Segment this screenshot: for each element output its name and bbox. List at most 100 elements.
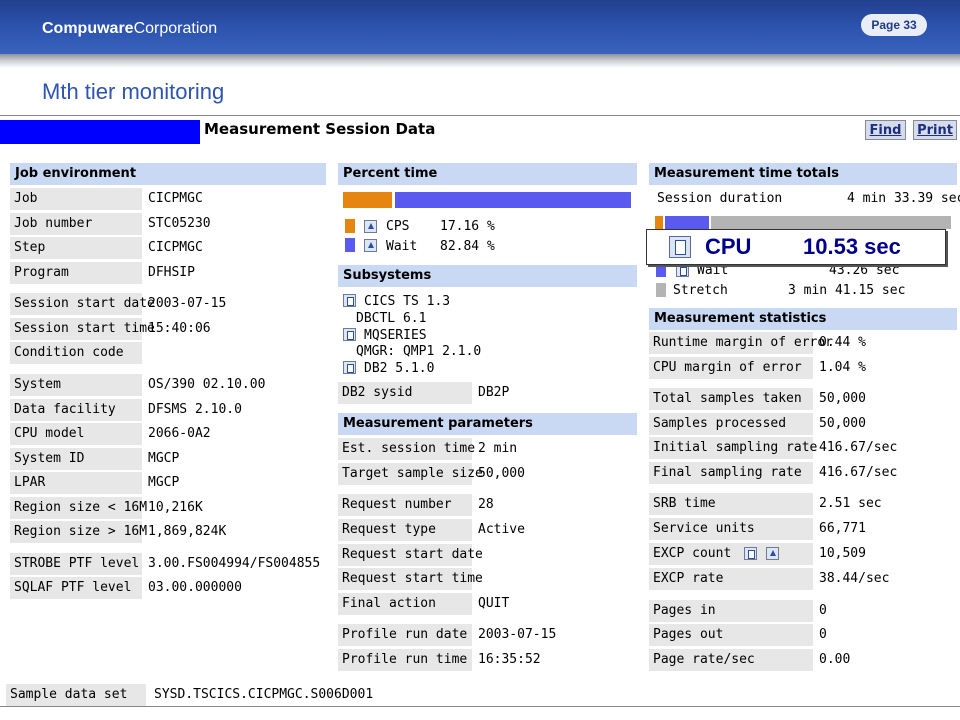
row-label: STROBE PTF level (10, 553, 142, 575)
row-value: 416.67/sec (819, 440, 898, 455)
row-value: 0.00 (819, 652, 851, 667)
document-icon[interactable] (676, 264, 689, 277)
document-icon[interactable] (343, 294, 356, 307)
row-value (144, 342, 326, 364)
wait-bar-segment (665, 216, 709, 229)
row-value: 3.00.FS004994/FS004855 (148, 556, 321, 571)
sample-data-set-value: SYSD.TSCICS.CICPMGC.S006D001 (154, 687, 374, 702)
row-value: 10,216K (148, 500, 203, 515)
wait-value: 43.26 sec (829, 263, 900, 278)
row-value: 38.44/sec (819, 571, 890, 586)
row-value: 03.00.000000 (148, 580, 242, 595)
cps-bar-segment (655, 216, 663, 229)
stretch-legend-swatch (656, 283, 666, 297)
drilldown-icon[interactable] (364, 220, 377, 233)
row-label: EXCP rate (649, 568, 813, 590)
sample-data-set-label: Sample data set (6, 684, 146, 706)
wait-legend-swatch (656, 263, 666, 277)
row-value (474, 568, 634, 590)
wait-bar-segment (395, 192, 631, 208)
row-value: 2066-0A2 (148, 426, 211, 441)
row-label: Session start date (10, 293, 155, 315)
row-value: CICPMGC (148, 240, 203, 255)
row-label: Final action (338, 593, 472, 615)
job-environment-title: Job environment (10, 163, 326, 185)
cps-value: 17.16 % (440, 219, 495, 234)
company-logo: CompuwareCorporation (42, 20, 217, 38)
session-duration-value: 4 min 33.39 sec (847, 191, 960, 206)
stretch-label: Stretch (673, 283, 728, 298)
db2-sysid-label: DB2 sysid (338, 382, 472, 404)
document-icon[interactable] (343, 328, 356, 341)
row-value: DFSMS 2.10.0 (148, 402, 242, 417)
row-label: CPU margin of error (649, 357, 813, 379)
row-label: Region size > 16M (10, 521, 147, 543)
row-label: Request type (338, 519, 472, 541)
row-label: Request start time (338, 568, 483, 590)
page-title: Measurement Session Data (204, 120, 436, 138)
cps-label: CPS (386, 219, 410, 234)
find-button[interactable]: Find (865, 120, 906, 140)
wait-label: Wait (386, 239, 418, 254)
row-label: Condition code (10, 342, 142, 364)
wait-label: Wait (697, 263, 729, 278)
subsystems-title: Subsystems (338, 265, 637, 287)
row-value: 10,509 (819, 546, 866, 561)
row-value: 66,771 (819, 521, 866, 536)
callout-label: CPU (705, 234, 752, 259)
header-shadow (0, 54, 960, 68)
row-label: Page rate/sec (649, 649, 813, 671)
document-icon[interactable] (744, 547, 757, 560)
row-label: Region size < 16M (10, 497, 147, 519)
print-button[interactable]: Print (913, 120, 957, 140)
drilldown-icon[interactable] (766, 547, 779, 560)
row-value: 416.67/sec (819, 465, 898, 480)
row-label: System (10, 374, 142, 396)
row-value: 2003-07-15 (478, 627, 557, 642)
cpu-time-callout: CPU 10.53 sec (646, 229, 946, 265)
row-value: QUIT (478, 596, 510, 611)
row-value: 50,000 (819, 416, 866, 431)
row-label: Request start date (338, 544, 483, 566)
row-label: Service units (649, 518, 813, 540)
row-label: SRB time (649, 493, 813, 515)
measurement-time-totals-title: Measurement time totals (649, 163, 957, 185)
row-value: 50,000 (819, 391, 866, 406)
row-label: Request number (338, 494, 472, 516)
row-label: Final sampling rate (649, 462, 813, 484)
row-value: 2.51 sec (819, 496, 882, 511)
row-value: 16:35:52 (478, 652, 541, 667)
document-icon[interactable] (343, 361, 356, 374)
row-label: CPU model (10, 423, 142, 445)
cps-legend-swatch (345, 219, 355, 233)
row-label: System ID (10, 448, 142, 470)
row-value: 15:40:06 (148, 321, 211, 336)
row-value: 1,869,824K (148, 524, 227, 539)
db2-sysid-value: DB2P (478, 385, 510, 400)
row-value: 28 (478, 497, 494, 512)
subsystem-detail: QMGR: QMP1 2.1.0 (356, 344, 482, 359)
page-badge: Page 33 (861, 14, 927, 36)
document-icon (669, 236, 691, 258)
drilldown-icon[interactable] (364, 239, 377, 252)
row-value: Active (478, 522, 525, 537)
percent-time-title: Percent time (338, 163, 637, 185)
cps-bar-segment (343, 192, 392, 208)
subsystem-name: CICS TS 1.3 (364, 294, 451, 309)
session-duration-label: Session duration (657, 191, 783, 206)
row-label: Data facility (10, 399, 142, 421)
row-label: Pages out (649, 624, 813, 646)
subsystem-name: DB2 5.1.0 (364, 361, 435, 376)
row-value: OS/390 02.10.00 (148, 377, 266, 392)
stretch-value: 3 min 41.15 sec (788, 283, 906, 298)
row-value: MGCP (148, 451, 180, 466)
row-value: 0 (819, 603, 827, 618)
row-label: Initial sampling rate (649, 437, 817, 459)
subsystem-detail: DBCTL 6.1 (356, 311, 427, 326)
divider (0, 706, 960, 707)
row-label: EXCP count (649, 543, 813, 565)
row-label: Step (10, 237, 142, 259)
divider (0, 115, 960, 116)
row-label: Job (10, 188, 142, 210)
row-label: Pages in (649, 600, 813, 622)
